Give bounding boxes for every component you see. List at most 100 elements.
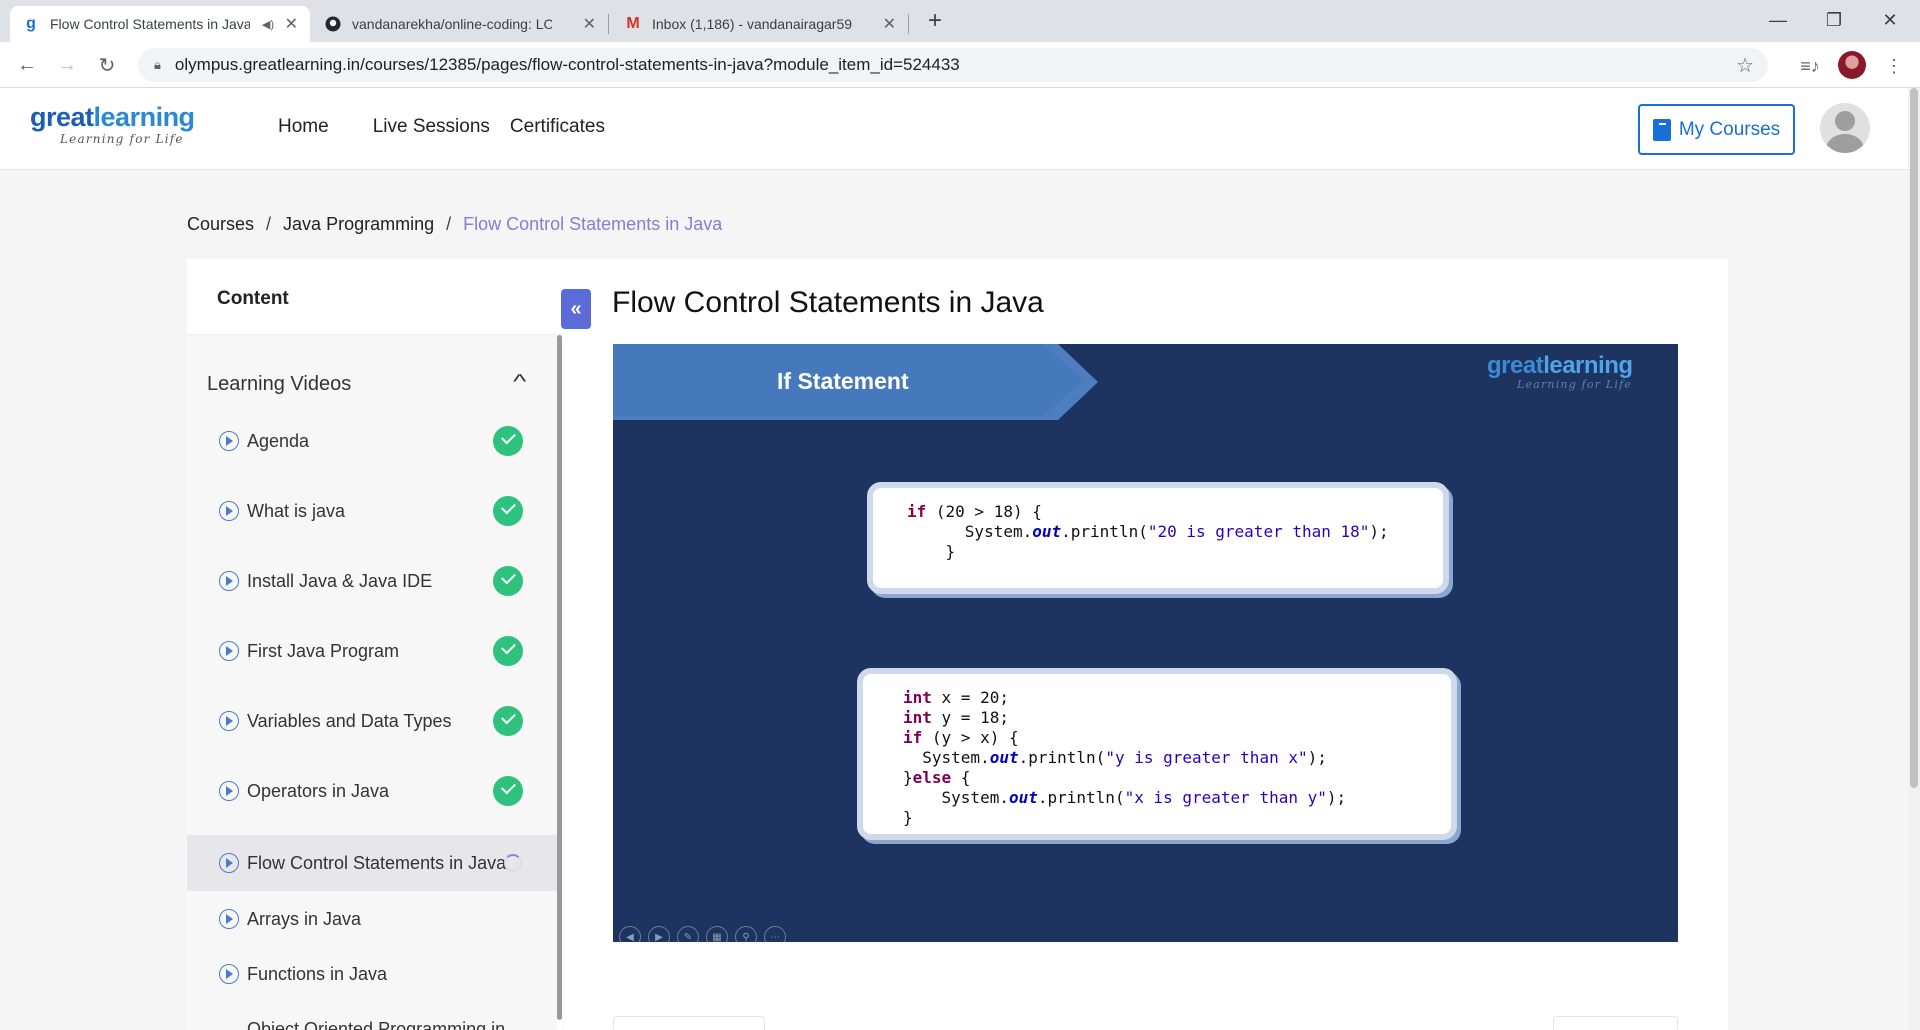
next-nav-card[interactable] bbox=[1553, 1016, 1678, 1030]
lesson-item[interactable]: Variables and Data Types bbox=[187, 693, 557, 749]
address-bar[interactable]: 🔒︎ olympus.greatlearning.in/courses/1238… bbox=[138, 48, 1768, 82]
check-circle-icon bbox=[493, 706, 523, 736]
check-circle-icon bbox=[493, 776, 523, 806]
content-sidebar: Content Learning Videos ^ Agenda What is… bbox=[187, 259, 563, 1030]
lesson-item[interactable]: First Java Program bbox=[187, 623, 557, 679]
check-circle-icon bbox=[493, 636, 523, 666]
video-logo-tagline: Learning for Life bbox=[1517, 378, 1633, 391]
browser-tab-active[interactable]: g Flow Control Statements in Java ◀) ✕ bbox=[10, 6, 310, 42]
more-options-icon[interactable]: ⋯ bbox=[764, 926, 786, 942]
lesson-item[interactable]: Functions in Java bbox=[187, 946, 557, 1002]
back-icon[interactable]: ← bbox=[12, 50, 42, 80]
sidebar-scrollbar-thumb[interactable] bbox=[557, 335, 562, 1020]
url-text: olympus.greatlearning.in/courses/12385/p… bbox=[174, 55, 960, 74]
next-slide-icon[interactable]: ▶ bbox=[648, 926, 670, 942]
pen-icon[interactable]: ✎ bbox=[677, 926, 699, 942]
restore-icon[interactable]: ❐ bbox=[1806, 0, 1862, 40]
page-scrollbar[interactable] bbox=[1908, 88, 1920, 1030]
bookmark-star-icon[interactable]: ☆ bbox=[1736, 53, 1754, 78]
play-circle-icon bbox=[219, 501, 239, 521]
logo-word-2: learning bbox=[93, 102, 196, 132]
page-scrollbar-thumb[interactable] bbox=[1910, 88, 1918, 788]
site-header: greatlearning Learning for Life Home Liv… bbox=[0, 88, 1908, 170]
browser-tab[interactable]: M Inbox (1,186) - vandanairagar59@ ✕ bbox=[612, 6, 908, 42]
lesson-label: First Java Program bbox=[247, 640, 400, 661]
browser-toolbar: ← → ↻ 🔒︎ olympus.greatlearning.in/course… bbox=[0, 42, 1920, 88]
lesson-item[interactable]: Agenda bbox=[187, 413, 557, 469]
lesson-label: Agenda bbox=[247, 430, 310, 451]
slides-icon[interactable]: ▦ bbox=[706, 926, 728, 942]
close-window-icon[interactable]: ✕ bbox=[1862, 0, 1918, 40]
previous-nav-card[interactable] bbox=[613, 1016, 765, 1030]
github-icon bbox=[324, 15, 342, 33]
check-circle-icon bbox=[493, 496, 523, 526]
play-circle-icon bbox=[219, 853, 239, 873]
collapse-sidebar-icon[interactable]: « bbox=[561, 289, 591, 329]
lesson-item[interactable]: Object Oriented Programming in bbox=[187, 1001, 557, 1030]
lesson-label: Variables and Data Types bbox=[247, 710, 452, 731]
breadcrumb-separator: / bbox=[266, 214, 272, 234]
lesson-label: Flow Control Statements in Java bbox=[247, 852, 507, 873]
sidebar-scrollbar[interactable] bbox=[557, 335, 562, 1030]
forward-icon[interactable]: → bbox=[52, 50, 82, 80]
tab-title: Inbox (1,186) - vandanairagar59@ bbox=[652, 16, 852, 32]
video-logo-word-2: learning bbox=[1543, 352, 1633, 379]
lock-icon[interactable]: 🔒︎ bbox=[154, 57, 161, 73]
minimize-icon[interactable]: — bbox=[1750, 0, 1806, 40]
page-title: Flow Control Statements in Java bbox=[612, 286, 1044, 319]
tab-title: vandanarekha/online-coding: LOG bbox=[352, 16, 552, 32]
chevron-up-icon[interactable]: ^ bbox=[513, 371, 526, 394]
play-circle-icon bbox=[219, 909, 239, 929]
greatlearning-logo[interactable]: greatlearning Learning for Life bbox=[30, 102, 196, 147]
lesson-label: Operators in Java bbox=[247, 780, 390, 801]
lesson-item[interactable]: Operators in Java bbox=[187, 763, 557, 819]
tab-title: Flow Control Statements in Java bbox=[50, 16, 250, 32]
media-control-icon[interactable]: ≡♪ bbox=[1796, 52, 1824, 80]
close-tab-icon[interactable]: ✕ bbox=[285, 14, 298, 34]
video-player[interactable]: If Statement greatlearning Learning for … bbox=[613, 344, 1678, 942]
book-icon bbox=[1652, 118, 1671, 141]
breadcrumb-separator: / bbox=[446, 214, 452, 234]
nav-certificates[interactable]: Certificates bbox=[510, 116, 605, 138]
logo-tagline: Learning for Life bbox=[60, 132, 184, 146]
lesson-label: What is java bbox=[247, 500, 346, 521]
new-tab-icon[interactable]: + bbox=[920, 6, 950, 36]
nav-live-sessions[interactable]: Live Sessions bbox=[373, 116, 490, 138]
lesson-item-active[interactable]: Flow Control Statements in Java bbox=[187, 835, 557, 891]
browser-tab-bar: g Flow Control Statements in Java ◀) ✕ v… bbox=[0, 0, 1920, 42]
breadcrumb-courses[interactable]: Courses bbox=[187, 214, 254, 235]
lesson-label: Arrays in Java bbox=[247, 908, 362, 929]
slide-title: If Statement bbox=[777, 368, 909, 394]
video-watermark-logo: greatlearning Learning for Life bbox=[1487, 352, 1633, 391]
close-tab-icon[interactable]: ✕ bbox=[883, 14, 896, 34]
video-logo-word-1: great bbox=[1487, 352, 1544, 379]
top-nav: Home Live Sessions Certificates bbox=[278, 116, 625, 138]
breadcrumb-current: Flow Control Statements in Java bbox=[463, 214, 723, 234]
section-title[interactable]: Learning Videos bbox=[207, 373, 351, 396]
lesson-item[interactable]: What is java bbox=[187, 483, 557, 539]
profile-avatar-icon[interactable] bbox=[1838, 51, 1866, 79]
audio-icon[interactable]: ◀) bbox=[262, 18, 274, 31]
play-circle-icon bbox=[219, 964, 239, 984]
reload-icon[interactable]: ↻ bbox=[92, 50, 122, 80]
breadcrumb-java-programming[interactable]: Java Programming bbox=[283, 214, 434, 235]
menu-icon[interactable]: ⋮ bbox=[1880, 52, 1908, 80]
check-circle-icon bbox=[493, 566, 523, 596]
play-circle-icon bbox=[219, 571, 239, 591]
lesson-item[interactable]: Install Java & Java IDE bbox=[187, 553, 557, 609]
nav-home[interactable]: Home bbox=[278, 116, 329, 138]
close-tab-icon[interactable]: ✕ bbox=[583, 14, 596, 34]
zoom-icon[interactable]: ⚲ bbox=[735, 926, 757, 942]
play-circle-icon bbox=[219, 431, 239, 451]
video-controls: ◀ ▶ ✎ ▦ ⚲ ⋯ bbox=[619, 926, 786, 942]
breadcrumb: Courses / Java Programming / Flow Contro… bbox=[187, 214, 722, 235]
my-courses-button[interactable]: My Courses bbox=[1638, 104, 1795, 155]
tab-separator bbox=[608, 14, 609, 34]
sidebar-heading: Content bbox=[187, 259, 563, 335]
sidebar-body: Learning Videos ^ Agenda What is java In… bbox=[187, 335, 563, 1030]
progress-spinner-icon bbox=[504, 854, 522, 872]
browser-tab[interactable]: vandanarekha/online-coding: LOG ✕ bbox=[312, 6, 608, 42]
previous-slide-icon[interactable]: ◀ bbox=[619, 926, 641, 942]
user-avatar[interactable] bbox=[1820, 103, 1870, 153]
lesson-item[interactable]: Arrays in Java bbox=[187, 891, 557, 947]
